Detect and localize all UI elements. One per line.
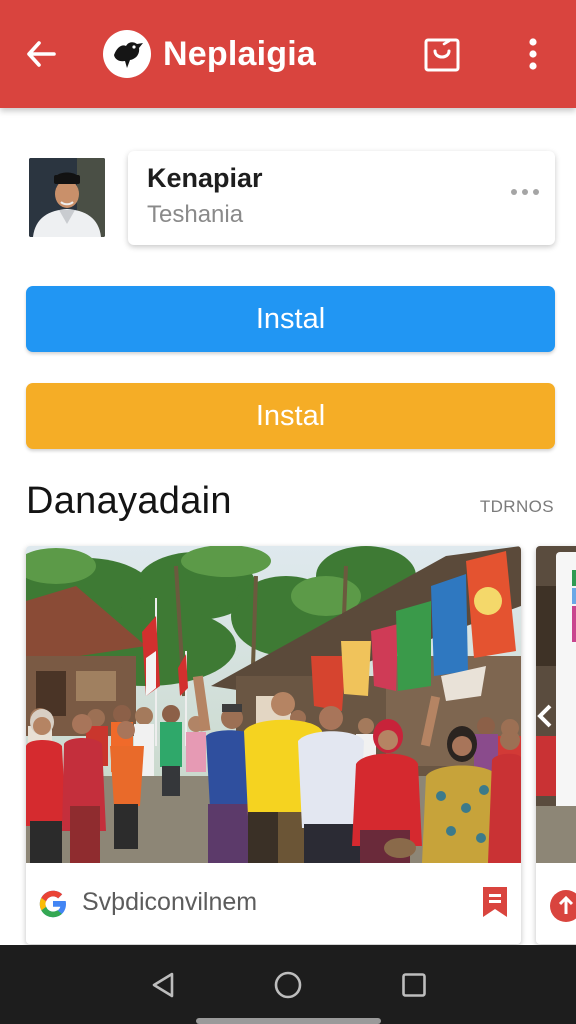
app-title: Neplaigia: [163, 35, 316, 73]
install-button-secondary[interactable]: Instal: [26, 383, 555, 449]
recents-square-icon[interactable]: [397, 968, 431, 1002]
contact-name: Kenapiar: [147, 163, 263, 193]
section-link[interactable]: TDRNOS: [480, 497, 554, 517]
bookmark-icon[interactable]: [480, 885, 510, 919]
card-photo: [26, 546, 521, 863]
google-icon: [36, 887, 70, 921]
more-horiz-icon[interactable]: [511, 186, 539, 198]
top-app-bar: Neplaigia: [0, 0, 576, 108]
back-triangle-icon[interactable]: [146, 968, 180, 1002]
bird-logo-icon: [103, 30, 151, 78]
gesture-handle: [196, 1018, 381, 1024]
next-card-preview[interactable]: [536, 546, 576, 944]
section-title: Danayadain: [26, 480, 232, 522]
app-screen: Neplaigia Kenapiar Teshania Instal Insta…: [0, 0, 576, 1024]
more-vert-icon[interactable]: [518, 33, 548, 75]
card-footer: Svþdiconvilnem: [26, 863, 521, 944]
news-card[interactable]: Svþdiconvilnem: [26, 546, 521, 944]
install-button-primary[interactable]: Instal: [26, 286, 555, 352]
back-arrow-icon[interactable]: [20, 33, 62, 75]
shopping-bag-icon[interactable]: [422, 35, 462, 75]
profile-photo[interactable]: [29, 158, 105, 237]
contact-card[interactable]: Kenapiar Teshania: [128, 151, 555, 245]
contact-subtitle: Teshania: [147, 201, 244, 228]
home-circle-icon[interactable]: [271, 968, 305, 1002]
card-source-text: Svþdiconvilnem: [82, 888, 258, 916]
